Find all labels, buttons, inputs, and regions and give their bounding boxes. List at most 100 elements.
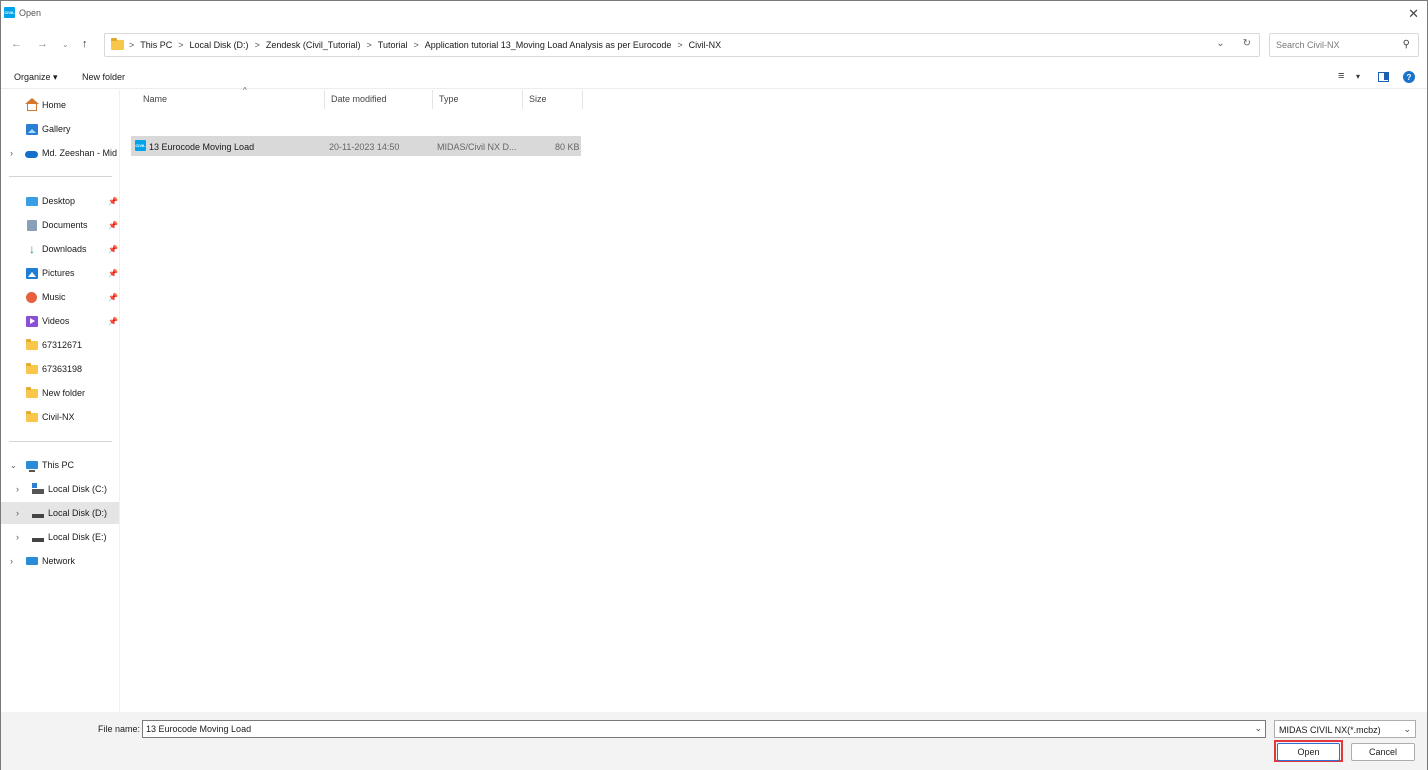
cancel-button[interactable]: Cancel bbox=[1351, 743, 1415, 761]
view-options-icon[interactable]: ≡ bbox=[1338, 70, 1344, 82]
file-name-input[interactable] bbox=[143, 721, 1243, 737]
pin-icon[interactable]: 📌 bbox=[108, 317, 118, 326]
breadcrumb-tutorial[interactable]: Tutorial bbox=[378, 40, 408, 50]
help-icon[interactable]: ? bbox=[1403, 71, 1415, 83]
sidebar-item-local-disk-e[interactable]: › Local Disk (E:) bbox=[1, 526, 119, 548]
sidebar-item-label: Pictures bbox=[42, 268, 75, 278]
pictures-icon bbox=[26, 267, 38, 279]
search-icon[interactable]: ⚲ bbox=[1403, 39, 1410, 50]
drive-icon bbox=[32, 537, 44, 542]
preview-pane-icon[interactable] bbox=[1378, 72, 1389, 82]
sidebar-item-label: Music bbox=[42, 292, 66, 302]
collapse-chevron-icon[interactable]: ⌄ bbox=[10, 461, 17, 470]
folder-icon bbox=[111, 38, 124, 50]
sidebar-item-music[interactable]: Music 📌 bbox=[1, 286, 119, 308]
view-options-chevron-icon[interactable]: ▾ bbox=[1356, 72, 1360, 81]
expand-chevron-icon[interactable]: › bbox=[10, 148, 13, 158]
sidebar-item-pictures[interactable]: Pictures 📌 bbox=[1, 262, 119, 284]
close-icon[interactable]: ✕ bbox=[1408, 6, 1419, 22]
sidebar-item-documents[interactable]: Documents 📌 bbox=[1, 214, 119, 236]
breadcrumb-local-disk-d[interactable]: Local Disk (D:) bbox=[190, 40, 249, 50]
network-icon bbox=[26, 557, 38, 565]
file-name-label: File name: bbox=[98, 724, 141, 734]
refresh-icon[interactable]: ↻ bbox=[1243, 38, 1251, 49]
breadcrumb-separator[interactable]: > bbox=[677, 40, 682, 50]
file-row-selected[interactable]: CIVIL 13 Eurocode Moving Load 20-11-2023… bbox=[131, 136, 581, 156]
command-toolbar: Organize ▾ New folder ≡ ▾ ? bbox=[1, 65, 1427, 89]
up-arrow-icon[interactable]: ↑ bbox=[82, 38, 88, 50]
sidebar-item-videos[interactable]: Videos 📌 bbox=[1, 310, 119, 332]
file-date-modified: 20-11-2023 14:50 bbox=[329, 142, 400, 152]
breadcrumb-separator[interactable]: > bbox=[413, 40, 418, 50]
sidebar-item-label: Documents bbox=[42, 220, 88, 230]
sidebar-item-civil-nx[interactable]: Civil-NX bbox=[1, 406, 119, 428]
breadcrumb-zendesk[interactable]: Zendesk (Civil_Tutorial) bbox=[266, 40, 361, 50]
sidebar-item-label: 67363198 bbox=[42, 364, 83, 374]
downloads-icon: ↓ bbox=[29, 241, 35, 256]
breadcrumb-separator[interactable]: > bbox=[255, 40, 260, 50]
breadcrumb-civil-nx[interactable]: Civil-NX bbox=[689, 40, 722, 50]
expand-chevron-icon[interactable]: › bbox=[16, 484, 19, 494]
breadcrumb-separator[interactable]: > bbox=[367, 40, 372, 50]
column-header-label: Type bbox=[439, 94, 459, 104]
videos-icon bbox=[26, 315, 38, 327]
sidebar-item-folder-67312671[interactable]: 67312671 bbox=[1, 334, 119, 356]
navigation-pane: Home Gallery › Md. Zeeshan - Mid Desktop… bbox=[1, 90, 120, 712]
pin-icon[interactable]: 📌 bbox=[108, 245, 118, 254]
sidebar-item-label: Network bbox=[42, 556, 76, 566]
new-folder-button[interactable]: New folder bbox=[82, 72, 125, 82]
back-arrow-icon[interactable]: ← bbox=[11, 38, 22, 50]
pin-icon[interactable]: 📌 bbox=[108, 293, 118, 302]
forward-arrow-icon[interactable]: → bbox=[37, 38, 48, 50]
documents-icon bbox=[27, 219, 37, 231]
search-box[interactable]: ⚲ bbox=[1269, 33, 1419, 57]
address-bar[interactable]: > This PC > Local Disk (D:) > Zendesk (C… bbox=[104, 33, 1260, 57]
onedrive-icon bbox=[25, 151, 38, 158]
file-type-select[interactable]: MIDAS CIVIL NX(*.mcbz) ⌄ bbox=[1274, 720, 1416, 738]
sidebar-item-label: This PC bbox=[42, 460, 75, 470]
recent-locations-chevron-icon[interactable]: ⌄ bbox=[62, 40, 69, 49]
sidebar-item-desktop[interactable]: Desktop 📌 bbox=[1, 190, 119, 212]
address-history-chevron-icon[interactable]: ⌄ bbox=[1216, 38, 1224, 49]
sidebar-item-downloads[interactable]: ↓ Downloads 📌 bbox=[1, 238, 119, 260]
desktop-icon bbox=[26, 196, 38, 206]
sidebar-divider bbox=[9, 176, 112, 177]
organize-menu-button[interactable]: Organize ▾ bbox=[14, 72, 58, 83]
breadcrumb-separator[interactable]: > bbox=[178, 40, 183, 50]
pin-icon[interactable]: 📌 bbox=[108, 269, 118, 278]
sidebar-item-onedrive[interactable]: › Md. Zeeshan - Mid bbox=[1, 142, 119, 164]
sidebar-item-label: Local Disk (C:) bbox=[48, 484, 108, 494]
file-list-view[interactable]: ^ Name Date modified Type Size CIVIL 13 … bbox=[121, 86, 1427, 712]
home-icon bbox=[25, 97, 39, 111]
expand-chevron-icon[interactable]: › bbox=[16, 532, 19, 542]
sidebar-item-local-disk-d[interactable]: › Local Disk (D:) bbox=[1, 502, 119, 524]
file-name-combobox[interactable]: ⌄ bbox=[142, 720, 1266, 738]
sidebar-item-network[interactable]: › Network bbox=[1, 550, 119, 572]
column-header-size[interactable]: Size bbox=[523, 90, 583, 109]
chevron-down-icon[interactable]: ⌄ bbox=[1403, 724, 1411, 735]
expand-chevron-icon[interactable]: › bbox=[10, 556, 13, 566]
pin-icon[interactable]: 📌 bbox=[108, 197, 118, 206]
sidebar-item-local-disk-c[interactable]: › Local Disk (C:) bbox=[1, 478, 119, 500]
window-title: Open bbox=[19, 8, 42, 18]
sidebar-item-label: Downloads bbox=[42, 244, 87, 254]
sidebar-item-folder-67363198[interactable]: 67363198 bbox=[1, 358, 119, 380]
column-header-type[interactable]: Type bbox=[433, 90, 523, 109]
column-header-date-modified[interactable]: Date modified bbox=[325, 90, 433, 109]
sidebar-item-new-folder[interactable]: New folder bbox=[1, 382, 119, 404]
pin-icon[interactable]: 📌 bbox=[108, 221, 118, 230]
expand-chevron-icon[interactable]: › bbox=[16, 508, 19, 518]
sidebar-item-home[interactable]: Home bbox=[1, 94, 119, 116]
breadcrumb-application-tutorial[interactable]: Application tutorial 13_Moving Load Anal… bbox=[425, 40, 672, 50]
file-type-selected: MIDAS CIVIL NX(*.mcbz) bbox=[1279, 725, 1381, 735]
breadcrumb-this-pc[interactable]: This PC bbox=[140, 40, 172, 50]
open-file-dialog: CIVIL Open ✕ ← → ⌄ ↑ > This PC > Local D… bbox=[0, 0, 1428, 770]
column-header-name[interactable]: ^ Name bbox=[137, 86, 325, 109]
dialog-footer: File name: ⌄ MIDAS CIVIL NX(*.mcbz) ⌄ Op… bbox=[1, 712, 1427, 770]
open-button[interactable]: Open bbox=[1277, 743, 1340, 761]
sidebar-item-this-pc[interactable]: ⌄ This PC bbox=[1, 454, 119, 476]
folder-icon bbox=[26, 387, 38, 398]
sidebar-item-gallery[interactable]: Gallery bbox=[1, 118, 119, 140]
search-input[interactable] bbox=[1270, 34, 1390, 56]
chevron-down-icon[interactable]: ⌄ bbox=[1254, 723, 1262, 734]
